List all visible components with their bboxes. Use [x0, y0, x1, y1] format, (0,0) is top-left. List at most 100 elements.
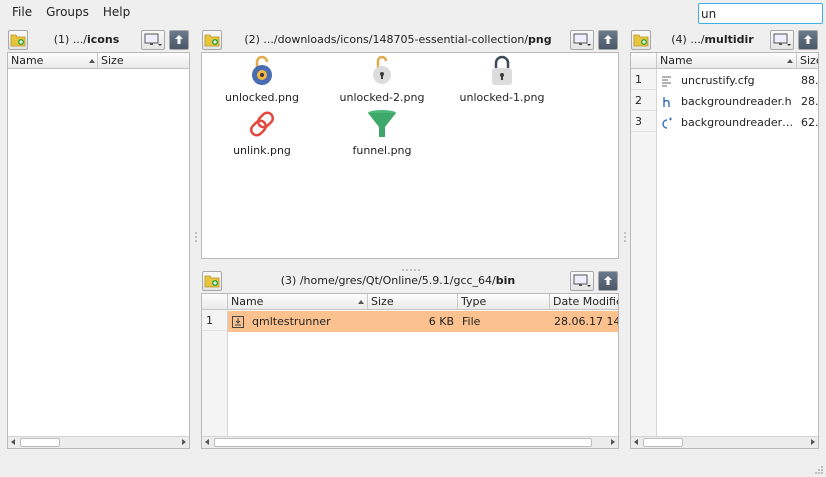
panel-4-path: (4) .../multidir — [671, 33, 754, 46]
new-folder-button[interactable] — [631, 30, 651, 50]
row-number: 2 — [631, 90, 656, 111]
panel-3-columns: Name Size Type Date Modifie — [202, 294, 618, 310]
view-mode-button[interactable] — [770, 30, 794, 50]
file-item[interactable]: unlink.png — [202, 108, 322, 157]
file-item-label: unlocked.png — [225, 91, 299, 104]
row-number: 3 — [631, 111, 656, 132]
sort-arrow-icon — [89, 59, 95, 63]
monitor-icon — [144, 33, 162, 46]
date-cell: 28.06.17 14 — [554, 315, 618, 328]
table-row[interactable]: backgroundreader… 62. — [657, 112, 818, 133]
column-name[interactable]: Name — [228, 294, 368, 310]
header-file-icon — [663, 96, 670, 107]
cpp-file-icon — [662, 117, 672, 129]
column-rownum — [631, 53, 657, 69]
arrow-up-icon — [604, 35, 612, 44]
panel-4-hscroll[interactable] — [631, 436, 818, 448]
file-item[interactable]: unlocked-1.png — [442, 55, 562, 104]
go-up-button[interactable] — [598, 30, 618, 50]
name-text: uncrustify.cfg — [681, 74, 755, 87]
folder-add-icon — [633, 34, 649, 47]
scroll-right-icon[interactable] — [806, 437, 818, 448]
funnel-icon — [368, 110, 396, 137]
table-row[interactable]: backgroundreader.h 28. — [657, 91, 818, 112]
scroll-thumb[interactable] — [214, 438, 592, 447]
scroll-left-icon[interactable] — [202, 437, 214, 448]
panel-3-hscroll[interactable] — [202, 436, 618, 448]
column-date[interactable]: Date Modifie — [550, 294, 618, 310]
column-name[interactable]: Name — [8, 53, 98, 69]
panel-1-view: Name Size — [7, 52, 190, 449]
panel-3-view: Name Size Type Date Modifie 1 qmltestrun… — [201, 293, 619, 449]
menu-help[interactable]: Help — [96, 1, 137, 23]
name-text: backgroundreader.h — [681, 95, 792, 108]
file-item[interactable]: unlocked.png — [202, 55, 322, 104]
grip-dots-icon — [624, 232, 626, 242]
new-folder-button[interactable] — [8, 30, 28, 50]
arrow-up-icon — [175, 35, 183, 44]
panel-4-view: Name Size 1 2 3 uncrustify.cfg 88. backg… — [630, 52, 819, 449]
size-cell: 88. — [801, 74, 818, 87]
monitor-icon — [773, 33, 791, 46]
panel-3-path: (3) /home/gres/Qt/Online/5.9.1/gcc_64/bi… — [280, 274, 516, 287]
column-name[interactable]: Name — [657, 53, 797, 69]
folder-add-icon — [10, 34, 26, 47]
type-cell: File — [462, 315, 481, 328]
column-type[interactable]: Type — [458, 294, 550, 310]
scroll-left-icon[interactable] — [8, 437, 20, 448]
menu-groups[interactable]: Groups — [39, 1, 96, 23]
size-cell: 6 KB — [428, 315, 454, 328]
resize-grip-icon[interactable] — [814, 465, 824, 475]
panel-4-header: (4) .../multidir — [630, 28, 819, 52]
panel-2: (2) .../downloads/icons/148705-essential… — [201, 28, 619, 259]
file-item[interactable]: funnel.png — [322, 108, 442, 157]
row-number: 1 — [202, 310, 227, 331]
monitor-icon — [573, 33, 591, 46]
table-row[interactable]: uncrustify.cfg 88. — [657, 70, 818, 91]
scroll-right-icon[interactable] — [177, 437, 189, 448]
file-item-label: unlink.png — [233, 144, 291, 157]
sort-arrow-icon — [358, 300, 364, 304]
splitter-handle-right[interactable] — [623, 230, 627, 246]
row-numbers: 1 — [202, 310, 228, 436]
column-size[interactable]: Size — [98, 53, 189, 69]
row-number: 1 — [631, 69, 656, 90]
new-folder-button[interactable] — [202, 271, 222, 291]
size-cell: 62. — [801, 116, 818, 129]
menu-file[interactable]: File — [0, 1, 39, 23]
panel-2-header: (2) .../downloads/icons/148705-essential… — [201, 28, 619, 52]
panel-1-hscroll[interactable] — [8, 436, 189, 448]
arrow-up-icon — [604, 276, 612, 285]
go-up-button[interactable] — [798, 30, 818, 50]
column-size[interactable]: Size — [368, 294, 458, 310]
column-size[interactable]: Size — [797, 53, 818, 69]
scroll-left-icon[interactable] — [631, 437, 643, 448]
unlocked-icon — [252, 55, 272, 85]
splitter-handle-left[interactable] — [194, 230, 198, 246]
view-mode-button[interactable] — [570, 30, 594, 50]
splitter-handle-middle[interactable] — [400, 262, 422, 271]
scroll-right-icon[interactable] — [606, 437, 618, 448]
file-item[interactable]: unlocked-2.png — [322, 55, 442, 104]
view-mode-button[interactable] — [141, 30, 165, 50]
table-row[interactable]: qmltestrunner 6 KB File 28.06.17 14 — [228, 311, 618, 332]
go-up-button[interactable] — [169, 30, 189, 50]
column-rownum — [202, 294, 228, 310]
search-input[interactable] — [698, 3, 823, 24]
arrow-up-icon — [804, 35, 812, 44]
name-cell: backgroundreader… — [657, 116, 797, 129]
unlocked-2-icon — [373, 55, 391, 84]
panel-1: (1) .../icons Name Size — [7, 28, 190, 449]
grip-dots-icon — [195, 232, 197, 242]
name-text: backgroundreader… — [681, 116, 794, 129]
view-mode-button[interactable] — [570, 271, 594, 291]
panel-2-path: (2) .../downloads/icons/148705-essential… — [244, 33, 552, 46]
row-numbers: 1 2 3 — [631, 69, 657, 436]
unlocked-1-icon — [492, 55, 512, 85]
monitor-icon — [573, 274, 591, 287]
new-folder-button[interactable] — [202, 30, 222, 50]
scroll-thumb[interactable] — [643, 438, 683, 447]
panel-3-header: (3) /home/gres/Qt/Online/5.9.1/gcc_64/bi… — [201, 269, 619, 293]
go-up-button[interactable] — [598, 271, 618, 291]
scroll-thumb[interactable] — [20, 438, 60, 447]
